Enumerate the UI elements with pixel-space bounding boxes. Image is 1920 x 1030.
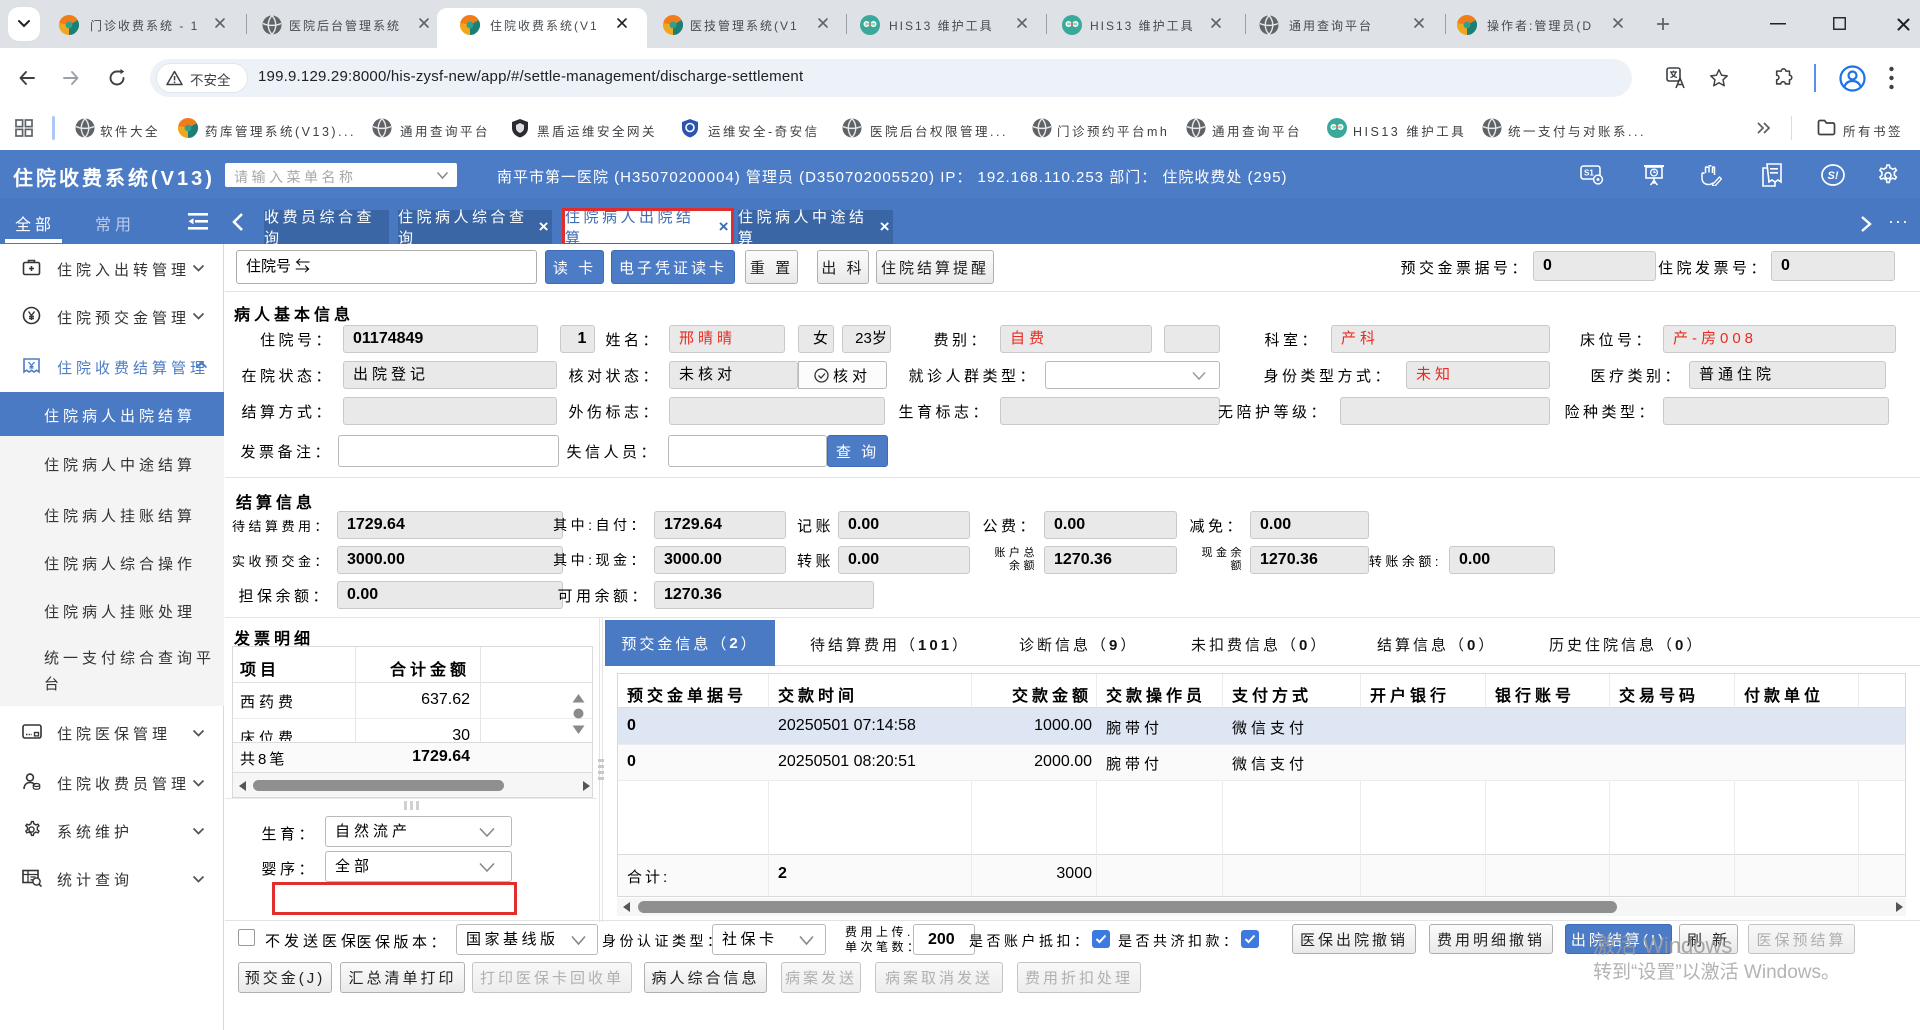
svg-text:S!: S!: [1828, 170, 1839, 182]
svg-text:S1: S1: [1584, 169, 1594, 178]
